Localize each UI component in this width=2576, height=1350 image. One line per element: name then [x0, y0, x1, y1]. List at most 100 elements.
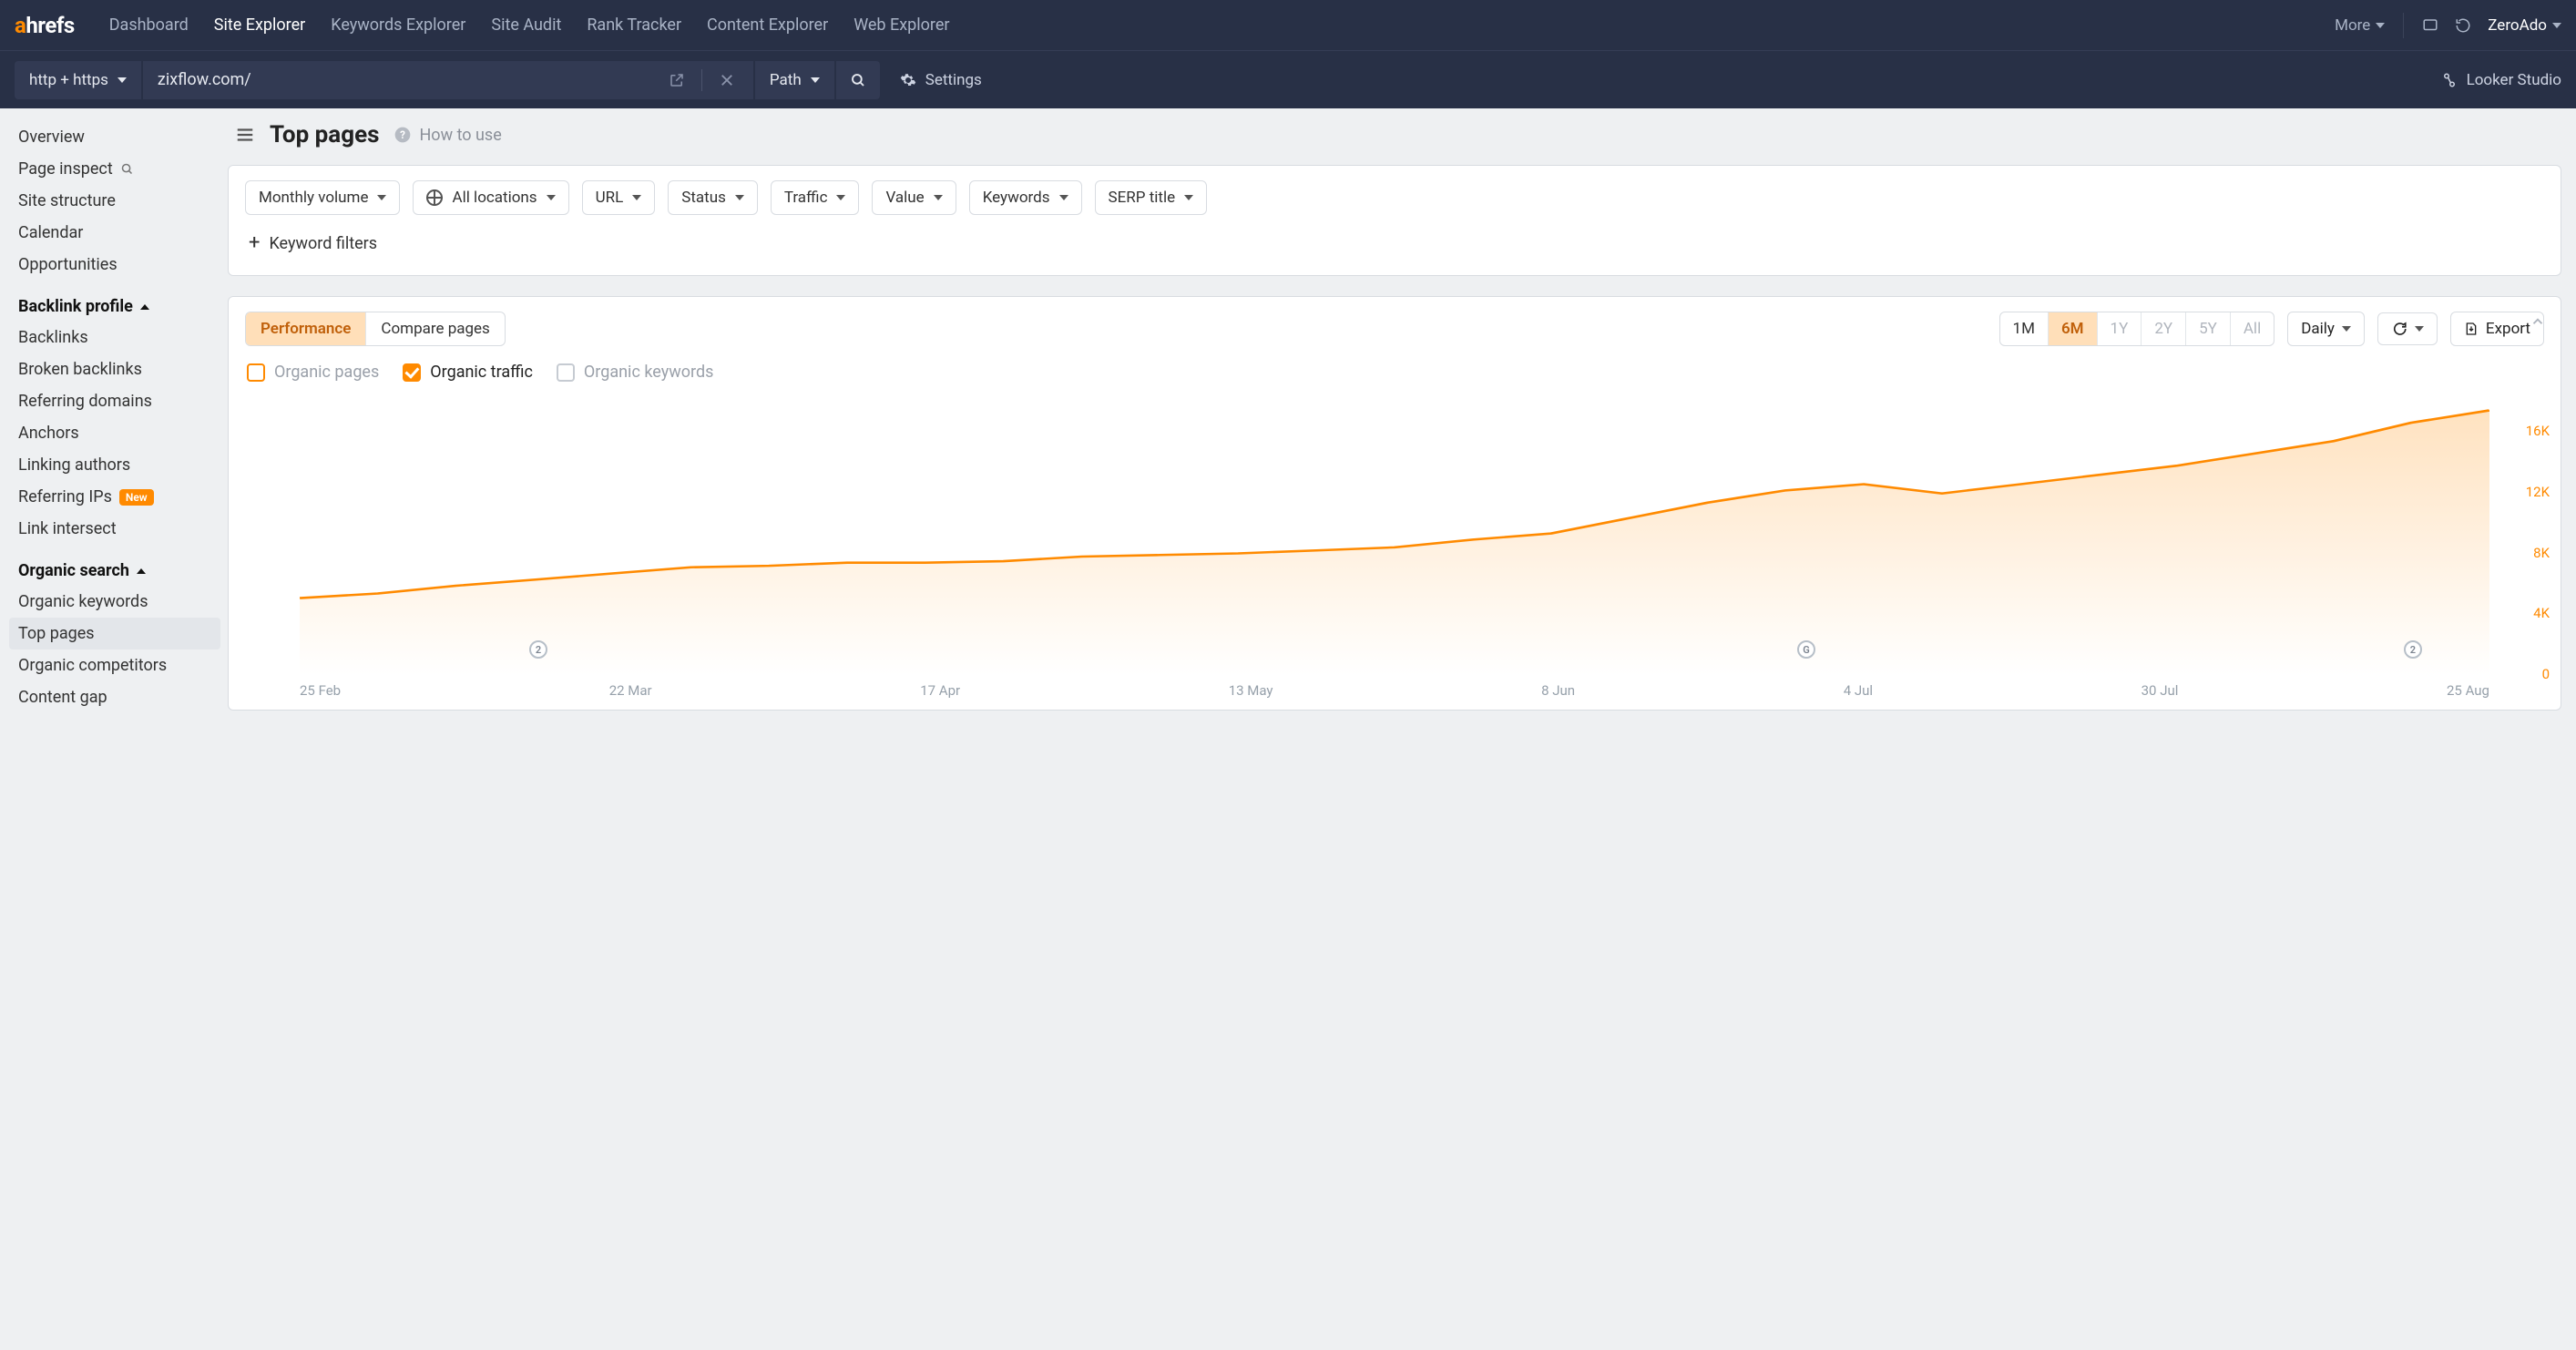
filter-label: Monthly volume — [259, 189, 368, 207]
sidebar-item-page-inspect[interactable]: Page inspect — [9, 153, 220, 185]
chevron-down-icon — [2552, 23, 2561, 28]
display-icon[interactable] — [2422, 17, 2438, 34]
sidebar-item-broken-backlinks[interactable]: Broken backlinks — [9, 353, 220, 385]
y-tick: 0 — [2542, 666, 2550, 682]
sidebar-item-opportunities[interactable]: Opportunities — [9, 249, 220, 281]
sidebar-item-link-intersect[interactable]: Link intersect — [9, 513, 220, 545]
granularity-select[interactable]: Daily — [2287, 312, 2365, 346]
legend-organic-traffic[interactable]: Organic traffic — [403, 363, 533, 382]
filter-serp-title[interactable]: SERP title — [1095, 180, 1208, 215]
filter-all-locations[interactable]: All locations — [413, 180, 568, 215]
how-to-use[interactable]: ? How to use — [394, 126, 501, 145]
tab-performance[interactable]: Performance — [246, 312, 366, 345]
range-2y[interactable]: 2Y — [2142, 312, 2186, 345]
export-label: Export — [2486, 320, 2530, 338]
sidebar-item-content-gap[interactable]: Content gap — [9, 681, 220, 713]
open-external-icon[interactable] — [669, 72, 685, 88]
sidebar-item-linking-authors[interactable]: Linking authors — [9, 449, 220, 481]
collapse-button[interactable] — [2530, 313, 2546, 330]
url-input[interactable]: zixflow.com/ — [143, 61, 753, 99]
chevron-down-icon — [2342, 326, 2351, 332]
y-tick: 12K — [2526, 484, 2550, 500]
range-6m[interactable]: 6M — [2049, 312, 2098, 345]
sidebar-item-organic-competitors[interactable]: Organic competitors — [9, 649, 220, 681]
chevron-down-icon — [2415, 326, 2424, 332]
nav-item-keywords-explorer[interactable]: Keywords Explorer — [318, 10, 478, 40]
y-tick: 4K — [2533, 605, 2550, 621]
brand-logo[interactable]: ahrefs — [15, 13, 75, 38]
page-title: Top pages — [270, 121, 379, 148]
checkbox — [247, 363, 265, 382]
sidebar-item-anchors[interactable]: Anchors — [9, 417, 220, 449]
looker-link[interactable]: Looker Studio — [2441, 71, 2561, 89]
nav-item-rank-tracker[interactable]: Rank Tracker — [574, 10, 694, 40]
filter-url[interactable]: URL — [582, 180, 656, 215]
nav-item-site-explorer[interactable]: Site Explorer — [201, 10, 318, 40]
filter-monthly-volume[interactable]: Monthly volume — [245, 180, 400, 215]
x-tick: 8 Jun — [1541, 682, 1575, 699]
x-tick: 13 May — [1229, 682, 1273, 699]
filter-value[interactable]: Value — [872, 180, 956, 215]
nav-more[interactable]: More — [2335, 16, 2385, 35]
legend-organic-pages[interactable]: Organic pages — [247, 363, 379, 382]
checkbox — [557, 363, 575, 382]
x-tick: 25 Feb — [300, 682, 341, 699]
chart-panel: PerformanceCompare pages 1M6M1Y2Y5YAll D… — [228, 296, 2561, 711]
chevron-down-icon — [547, 195, 556, 200]
legend-label: Organic traffic — [430, 363, 533, 382]
legend-organic-keywords[interactable]: Organic keywords — [557, 363, 713, 382]
range-1y[interactable]: 1Y — [2098, 312, 2142, 345]
filter-status[interactable]: Status — [668, 180, 758, 215]
filters-panel: Monthly volume All locations URL Status Traf… — [228, 165, 2561, 276]
sidebar-item-calendar[interactable]: Calendar — [9, 217, 220, 249]
chat-icon — [2391, 321, 2407, 337]
settings-link[interactable]: Settings — [900, 71, 982, 89]
annotation-marker[interactable]: G — [1797, 640, 1815, 659]
protocol-select[interactable]: http + https — [15, 61, 141, 99]
sidebar-group-organic-search[interactable]: Organic search — [9, 545, 220, 586]
refresh-icon[interactable] — [2455, 17, 2471, 34]
account-menu[interactable]: ZeroAdo — [2488, 16, 2561, 35]
filter-label: URL — [596, 189, 624, 207]
sidebar-item-organic-keywords[interactable]: Organic keywords — [9, 586, 220, 618]
search-icon — [850, 72, 866, 88]
globe-icon — [426, 189, 443, 206]
sidebar-item-top-pages[interactable]: Top pages — [9, 618, 220, 649]
close-icon[interactable] — [719, 72, 735, 88]
sidebar-item-referring-domains[interactable]: Referring domains — [9, 385, 220, 417]
chat-button[interactable] — [2377, 312, 2438, 345]
nav-item-dashboard[interactable]: Dashboard — [97, 10, 201, 40]
range-tabs: 1M6M1Y2Y5YAll — [1999, 312, 2275, 346]
looker-label: Looker Studio — [2467, 71, 2561, 89]
gear-icon — [900, 72, 916, 88]
keyword-filters-button[interactable]: +Keyword filters — [245, 228, 2544, 259]
range-all[interactable]: All — [2231, 312, 2274, 345]
nav-item-site-audit[interactable]: Site Audit — [478, 10, 574, 40]
sidebar-item-overview[interactable]: Overview — [9, 121, 220, 153]
range-5y[interactable]: 5Y — [2186, 312, 2231, 345]
sidebar-item-referring-ips[interactable]: Referring IPs New — [9, 481, 220, 513]
mode-select[interactable]: Path — [755, 61, 834, 99]
nav-items: DashboardSite ExplorerKeywords ExplorerS… — [97, 10, 963, 40]
top-nav: ahrefs DashboardSite ExplorerKeywords Ex… — [0, 0, 2576, 50]
nav-item-web-explorer[interactable]: Web Explorer — [841, 10, 962, 40]
chevron-down-icon — [118, 77, 127, 83]
filter-keywords[interactable]: Keywords — [969, 180, 1082, 215]
annotation-marker[interactable]: 2 — [2404, 640, 2422, 659]
filter-label: Status — [681, 189, 726, 207]
chevron-down-icon — [735, 195, 744, 200]
tab-compare-pages[interactable]: Compare pages — [366, 312, 504, 345]
sidebar-item-backlinks[interactable]: Backlinks — [9, 322, 220, 353]
sidebar-group-backlink-profile[interactable]: Backlink profile — [9, 281, 220, 322]
chevron-up-icon — [137, 568, 146, 574]
nav-item-content-explorer[interactable]: Content Explorer — [694, 10, 841, 40]
sidebar-item-site-structure[interactable]: Site structure — [9, 185, 220, 217]
export-icon — [2464, 322, 2479, 336]
search-button[interactable] — [836, 61, 880, 99]
help-icon: ? — [394, 126, 412, 144]
range-1m[interactable]: 1M — [2000, 312, 2049, 345]
menu-icon[interactable] — [235, 125, 255, 145]
annotation-marker[interactable]: 2 — [529, 640, 547, 659]
chevron-down-icon — [2376, 23, 2385, 28]
filter-traffic[interactable]: Traffic — [771, 180, 860, 215]
